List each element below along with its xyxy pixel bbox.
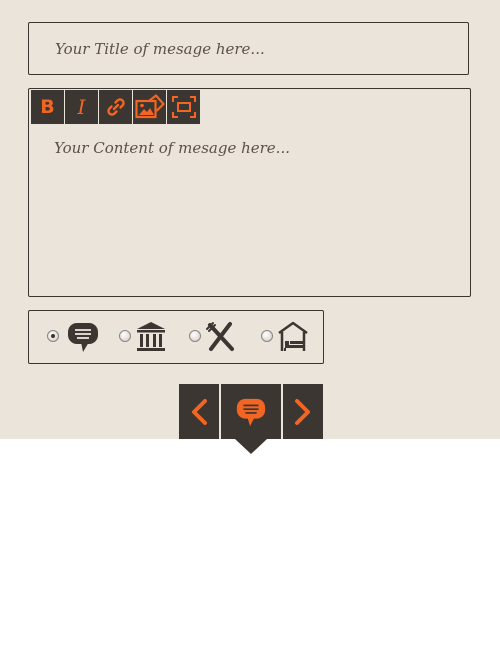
bold-icon: B: [40, 96, 55, 118]
italic-button[interactable]: I: [65, 90, 98, 124]
previous-button[interactable]: [179, 384, 219, 439]
link-button[interactable]: [99, 90, 132, 124]
hotel-icon: [278, 321, 308, 351]
speech-bubble-icon: [236, 398, 266, 426]
next-button[interactable]: [283, 384, 323, 439]
fullscreen-icon: [171, 96, 196, 118]
category-radio-hotel[interactable]: [261, 330, 273, 342]
chevron-left-icon: [192, 398, 207, 425]
bank-icon: [137, 322, 165, 351]
current-category-button[interactable]: [221, 384, 281, 439]
compose-panel: Your Title of mesage here... B I Your Co…: [0, 0, 500, 439]
restaurant-icon: [206, 322, 234, 351]
insert-image-button[interactable]: [133, 90, 166, 124]
speech-bubble-icon: [68, 323, 98, 352]
category-radio-message[interactable]: [47, 330, 59, 342]
editor-toolbar: B I: [31, 90, 201, 124]
content-editor[interactable]: B I Your Content of mesage here...: [28, 88, 471, 297]
link-icon: [106, 98, 125, 116]
content-placeholder: Your Content of mesage here...: [54, 139, 290, 157]
category-selector: [28, 310, 324, 364]
title-input[interactable]: Your Title of mesage here...: [28, 22, 469, 75]
bold-button[interactable]: B: [31, 90, 64, 124]
fullscreen-button[interactable]: [167, 90, 200, 124]
chevron-right-icon: [295, 398, 310, 425]
insert-image-icon: [134, 94, 165, 119]
title-placeholder: Your Title of mesage here...: [55, 40, 265, 58]
category-radio-bank[interactable]: [119, 330, 131, 342]
category-radio-restaurant[interactable]: [189, 330, 201, 342]
selection-pointer: [235, 439, 267, 454]
italic-icon: I: [77, 95, 86, 119]
